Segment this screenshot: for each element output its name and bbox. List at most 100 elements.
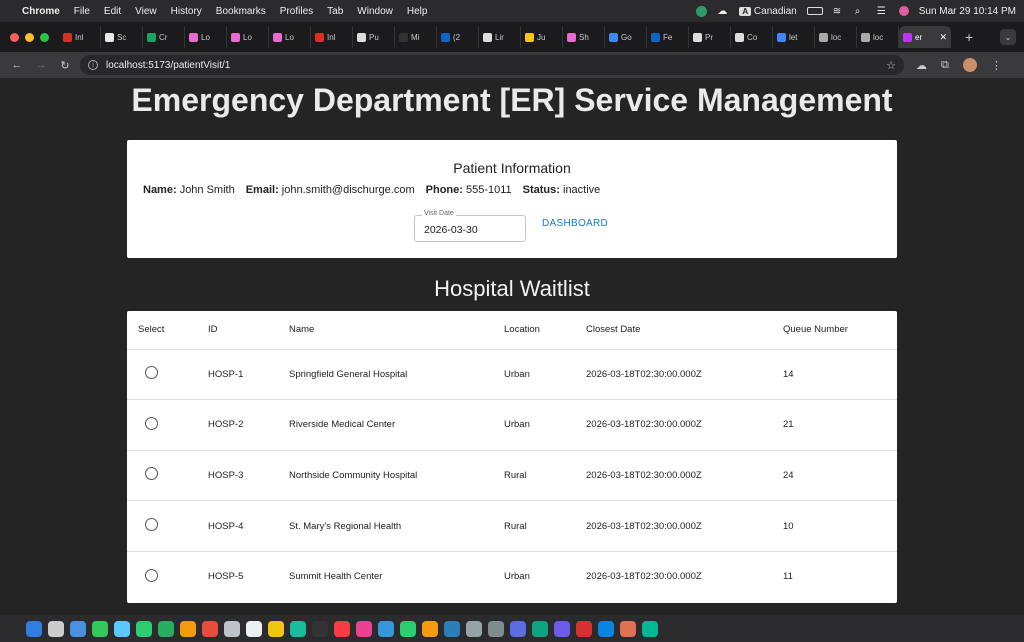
menu-view[interactable]: View	[135, 6, 157, 17]
dock-app-icon[interactable]	[70, 620, 86, 637]
browser-tab[interactable]: Inl	[59, 26, 101, 48]
site-info-icon[interactable]: i	[88, 60, 98, 70]
dock-app-icon[interactable]	[334, 620, 350, 637]
table-row[interactable]: HOSP-5 Summit Health Center Urban 2026-03-1…	[127, 551, 897, 602]
tab-search-button[interactable]: ⌄	[1000, 29, 1016, 45]
dock-app-icon[interactable]	[400, 620, 416, 637]
menu-profiles[interactable]: Profiles	[280, 6, 313, 17]
dock-app-icon[interactable]	[136, 620, 152, 637]
browser-tab[interactable]: loc	[857, 26, 899, 48]
close-window-icon[interactable]	[10, 32, 19, 42]
back-arrow-icon[interactable]: ←	[8, 59, 26, 71]
tab-favicon-icon	[273, 32, 282, 42]
table-row[interactable]: HOSP-3 Northside Community Hospital Rural 2…	[127, 450, 897, 501]
dock-app-icon[interactable]	[246, 620, 262, 637]
search-icon[interactable]: ⌕	[855, 6, 867, 17]
dock-app-icon[interactable]	[554, 620, 570, 637]
table-row[interactable]: HOSP-4 St. Mary's Regional Health Rural 202…	[127, 500, 897, 552]
dock-app-icon[interactable]	[576, 620, 592, 637]
select-radio[interactable]	[145, 518, 158, 532]
browser-tab[interactable]: Go	[605, 26, 647, 48]
dock-app-icon[interactable]	[180, 620, 196, 637]
macos-dock	[0, 615, 1024, 642]
profile-avatar[interactable]	[962, 58, 977, 72]
extensions-puzzle-icon[interactable]: ⧉	[941, 59, 949, 72]
browser-tab[interactable]: Lo	[185, 26, 227, 48]
address-bar[interactable]: i localhost:5173/patientVisit/1 ☆	[80, 55, 904, 75]
menu-window[interactable]: Window	[357, 6, 393, 17]
dock-app-icon[interactable]	[92, 620, 108, 637]
browser-tab[interactable]: let	[773, 26, 815, 48]
select-radio[interactable]	[145, 366, 158, 380]
siri-icon[interactable]	[898, 6, 909, 16]
control-center-icon[interactable]: ☰	[877, 6, 889, 17]
toolbar-right: ☁ ⧉ ⋮	[916, 58, 1002, 72]
cloud-icon[interactable]: ☁	[717, 6, 729, 17]
dock-app-icon[interactable]	[48, 620, 64, 637]
dock-app-icon[interactable]	[312, 620, 328, 637]
browser-tab[interactable]: (2	[437, 26, 479, 48]
browser-tab[interactable]: loc	[815, 26, 857, 48]
keyboard-layout-indicator[interactable]: A Canadian	[739, 6, 797, 17]
menubar-clock[interactable]: Sun Mar 29 10:14 PM	[919, 6, 1016, 17]
menu-edit[interactable]: Edit	[104, 6, 121, 17]
dock-app-icon[interactable]	[488, 620, 504, 637]
dock-app-icon[interactable]	[158, 620, 174, 637]
browser-tab[interactable]: Pr	[689, 26, 731, 48]
dock-app-icon[interactable]	[202, 620, 218, 637]
chrome-menu-icon[interactable]: ⋮	[991, 59, 1002, 72]
browser-tab[interactable]: Co	[731, 26, 773, 48]
menu-file[interactable]: File	[74, 6, 90, 17]
visit-date-field[interactable]: Visit Date 2026-03-30	[414, 210, 526, 242]
browser-tab[interactable]: Lo	[269, 26, 311, 48]
grammarly-icon[interactable]	[696, 5, 708, 17]
table-row[interactable]: HOSP-1 Springfield General Hospital Urban 2…	[127, 349, 897, 400]
new-tab-button[interactable]: +	[965, 29, 973, 45]
maximize-window-icon[interactable]	[40, 32, 49, 42]
wifi-icon[interactable]: ≋	[833, 6, 845, 17]
active-tab[interactable]: er ✕	[899, 26, 951, 48]
reload-icon[interactable]: ↻	[56, 59, 74, 72]
dock-app-icon[interactable]	[466, 620, 482, 637]
dock-app-icon[interactable]	[620, 620, 636, 637]
browser-tab[interactable]: Cr	[143, 26, 185, 48]
select-radio[interactable]	[145, 416, 158, 430]
dock-app-icon[interactable]	[642, 620, 658, 637]
menu-app-name[interactable]: Chrome	[22, 6, 60, 17]
bookmark-star-icon[interactable]: ☆	[886, 59, 896, 72]
battery-icon[interactable]	[806, 7, 823, 15]
browser-tab[interactable]: Sc	[101, 26, 143, 48]
select-radio[interactable]	[145, 568, 158, 582]
dock-app-icon[interactable]	[532, 620, 548, 637]
browser-tab[interactable]: Sh	[563, 26, 605, 48]
dock-app-icon[interactable]	[598, 620, 614, 637]
dashboard-button[interactable]: DASHBOARD	[542, 218, 608, 229]
menu-history[interactable]: History	[171, 6, 202, 17]
browser-tab[interactable]: Pu	[353, 26, 395, 48]
dock-app-icon[interactable]	[268, 620, 284, 637]
dock-app-icon[interactable]	[224, 620, 240, 637]
dock-app-icon[interactable]	[290, 620, 306, 637]
browser-tab[interactable]: Lo	[227, 26, 269, 48]
browser-tab[interactable]: Fe	[647, 26, 689, 48]
dock-app-icon[interactable]	[114, 620, 130, 637]
menu-help[interactable]: Help	[407, 6, 428, 17]
close-tab-icon[interactable]: ✕	[939, 32, 947, 43]
menu-tab[interactable]: Tab	[327, 6, 343, 17]
browser-tab[interactable]: Ju	[521, 26, 563, 48]
dock-app-icon[interactable]	[356, 620, 372, 637]
dock-app-icon[interactable]	[26, 620, 42, 637]
table-row[interactable]: HOSP-2 Riverside Medical Center Urban 2026-…	[127, 399, 897, 451]
browser-tab[interactable]: Lir	[479, 26, 521, 48]
browser-tab[interactable]: Mi	[395, 26, 437, 48]
forward-arrow-icon[interactable]: →	[32, 59, 50, 71]
browser-tab[interactable]: Inl	[311, 26, 353, 48]
dock-app-icon[interactable]	[444, 620, 460, 637]
dock-app-icon[interactable]	[422, 620, 438, 637]
extension-cloud-icon[interactable]: ☁	[916, 59, 927, 72]
minimize-window-icon[interactable]	[25, 32, 34, 42]
select-radio[interactable]	[145, 467, 158, 481]
dock-app-icon[interactable]	[378, 620, 394, 637]
dock-app-icon[interactable]	[510, 620, 526, 637]
menu-bookmarks[interactable]: Bookmarks	[216, 6, 266, 17]
